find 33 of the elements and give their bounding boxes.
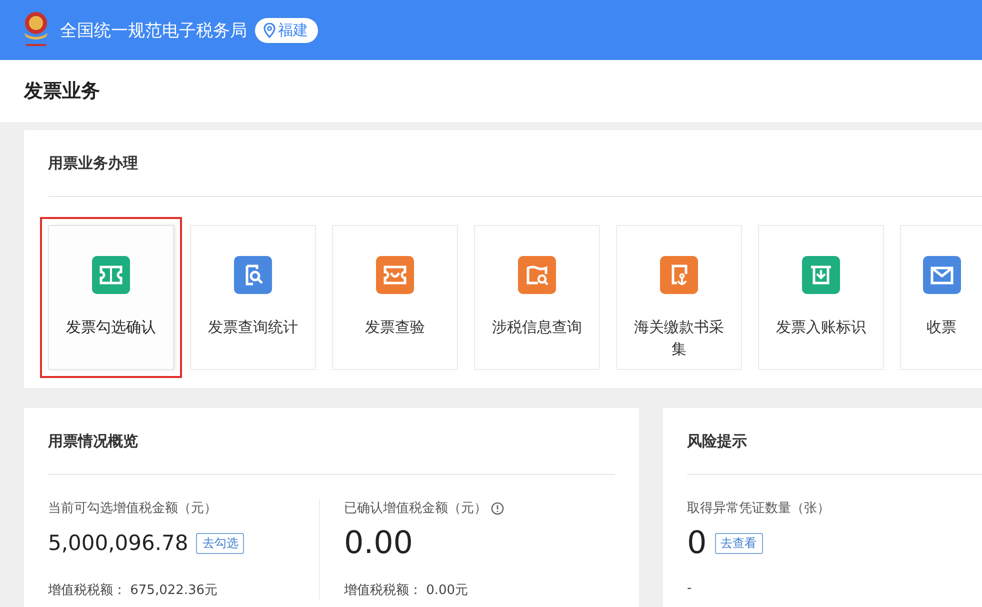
tile-label: 发票勾选确认: [65, 317, 157, 338]
stat-value: 5,000,096.78: [48, 531, 188, 555]
feature-tile[interactable]: 发票入账标识: [758, 225, 884, 370]
info-icon[interactable]: [491, 502, 504, 514]
tile-label: 发票入账标识: [775, 317, 867, 338]
page-title: 发票业务: [24, 79, 100, 104]
section-title: 用票业务办理: [48, 154, 138, 172]
feature-tile[interactable]: 收票: [900, 225, 982, 370]
stat-label: 取得异常凭证数量（张）: [687, 500, 830, 517]
stat-value: 0.00: [344, 525, 414, 561]
location-pin-icon: [263, 22, 276, 38]
feature-tile[interactable]: 涉税信息查询: [474, 225, 600, 370]
action-button[interactable]: 去勾选: [196, 532, 244, 554]
feature-tile[interactable]: 发票查验: [332, 225, 458, 370]
feature-tile[interactable]: 海关缴款书采集: [616, 225, 742, 370]
section-title: 风险提示: [687, 432, 747, 450]
site-title: 全国统一规范电子税务局: [60, 20, 247, 42]
location-badge[interactable]: 福建: [255, 18, 318, 42]
section-title: 用票情况概览: [48, 432, 138, 450]
stat-label: 已确认增值税金额（元）: [344, 500, 487, 517]
tile-label: 涉税信息查询: [491, 317, 583, 338]
stat-value: 0: [687, 525, 707, 561]
feature-tile[interactable]: 发票勾选确认: [48, 225, 174, 370]
tax-amount: 增值税税额： 0.00元: [344, 582, 470, 599]
tile-label: 发票查验: [364, 317, 426, 338]
tile-label: 发票查询统计: [207, 317, 299, 338]
stat-label: 当前可勾选增值税金额（元）: [48, 500, 217, 517]
tax-amount: 增值税税额： 675,022.36元: [48, 582, 219, 599]
tile-label: 收票: [926, 317, 958, 338]
feature-tile[interactable]: 发票查询统计: [190, 225, 316, 370]
tile-label: 海关缴款书采集: [633, 317, 725, 360]
action-button[interactable]: 去查看: [714, 532, 763, 554]
stat-note: -: [687, 581, 693, 596]
